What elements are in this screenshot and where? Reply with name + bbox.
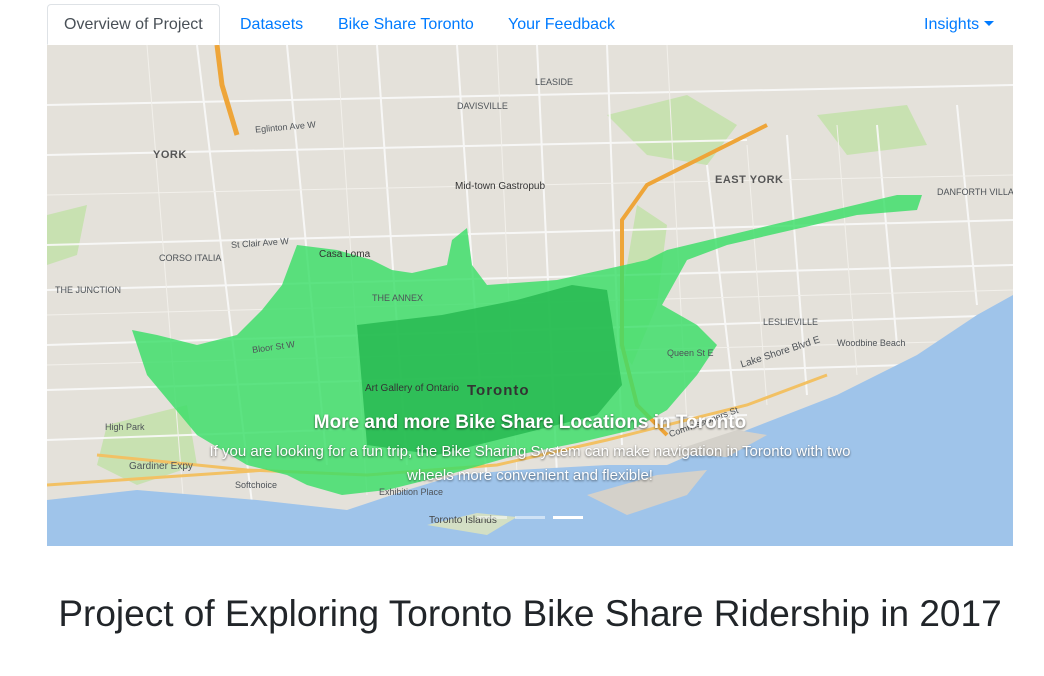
tab-your-feedback[interactable]: Your Feedback bbox=[508, 4, 615, 45]
carousel-caption-text: If you are looking for a fun trip, the B… bbox=[209, 443, 851, 484]
carousel-next-button[interactable] bbox=[953, 45, 1013, 546]
insights-dropdown[interactable]: Insights bbox=[924, 4, 995, 45]
page-title: Project of Exploring Toronto Bike Share … bbox=[58, 593, 1002, 634]
carousel-indicator-2[interactable] bbox=[515, 516, 545, 519]
tab-bike-share-toronto[interactable]: Bike Share Toronto bbox=[338, 4, 474, 45]
carousel-caption-title: More and more Bike Share Locations in To… bbox=[313, 412, 747, 433]
caret-down-icon bbox=[984, 21, 995, 26]
carousel-indicator-3[interactable] bbox=[553, 516, 583, 519]
carousel-indicator-1[interactable] bbox=[477, 516, 507, 519]
insights-dropdown-label: Insights bbox=[924, 16, 980, 33]
tab-datasets[interactable]: Datasets bbox=[240, 4, 303, 45]
carousel-caption: More and more Bike Share Locations in To… bbox=[47, 412, 1013, 488]
carousel-prev-button[interactable] bbox=[47, 45, 107, 546]
tab-overview-of-project[interactable]: Overview of Project bbox=[47, 4, 220, 45]
carousel: YORK EAST YORK Toronto Mid-town Gastropu… bbox=[47, 45, 1013, 546]
nav-tabs: Overview of Project Datasets Bike Share … bbox=[47, 4, 1013, 46]
